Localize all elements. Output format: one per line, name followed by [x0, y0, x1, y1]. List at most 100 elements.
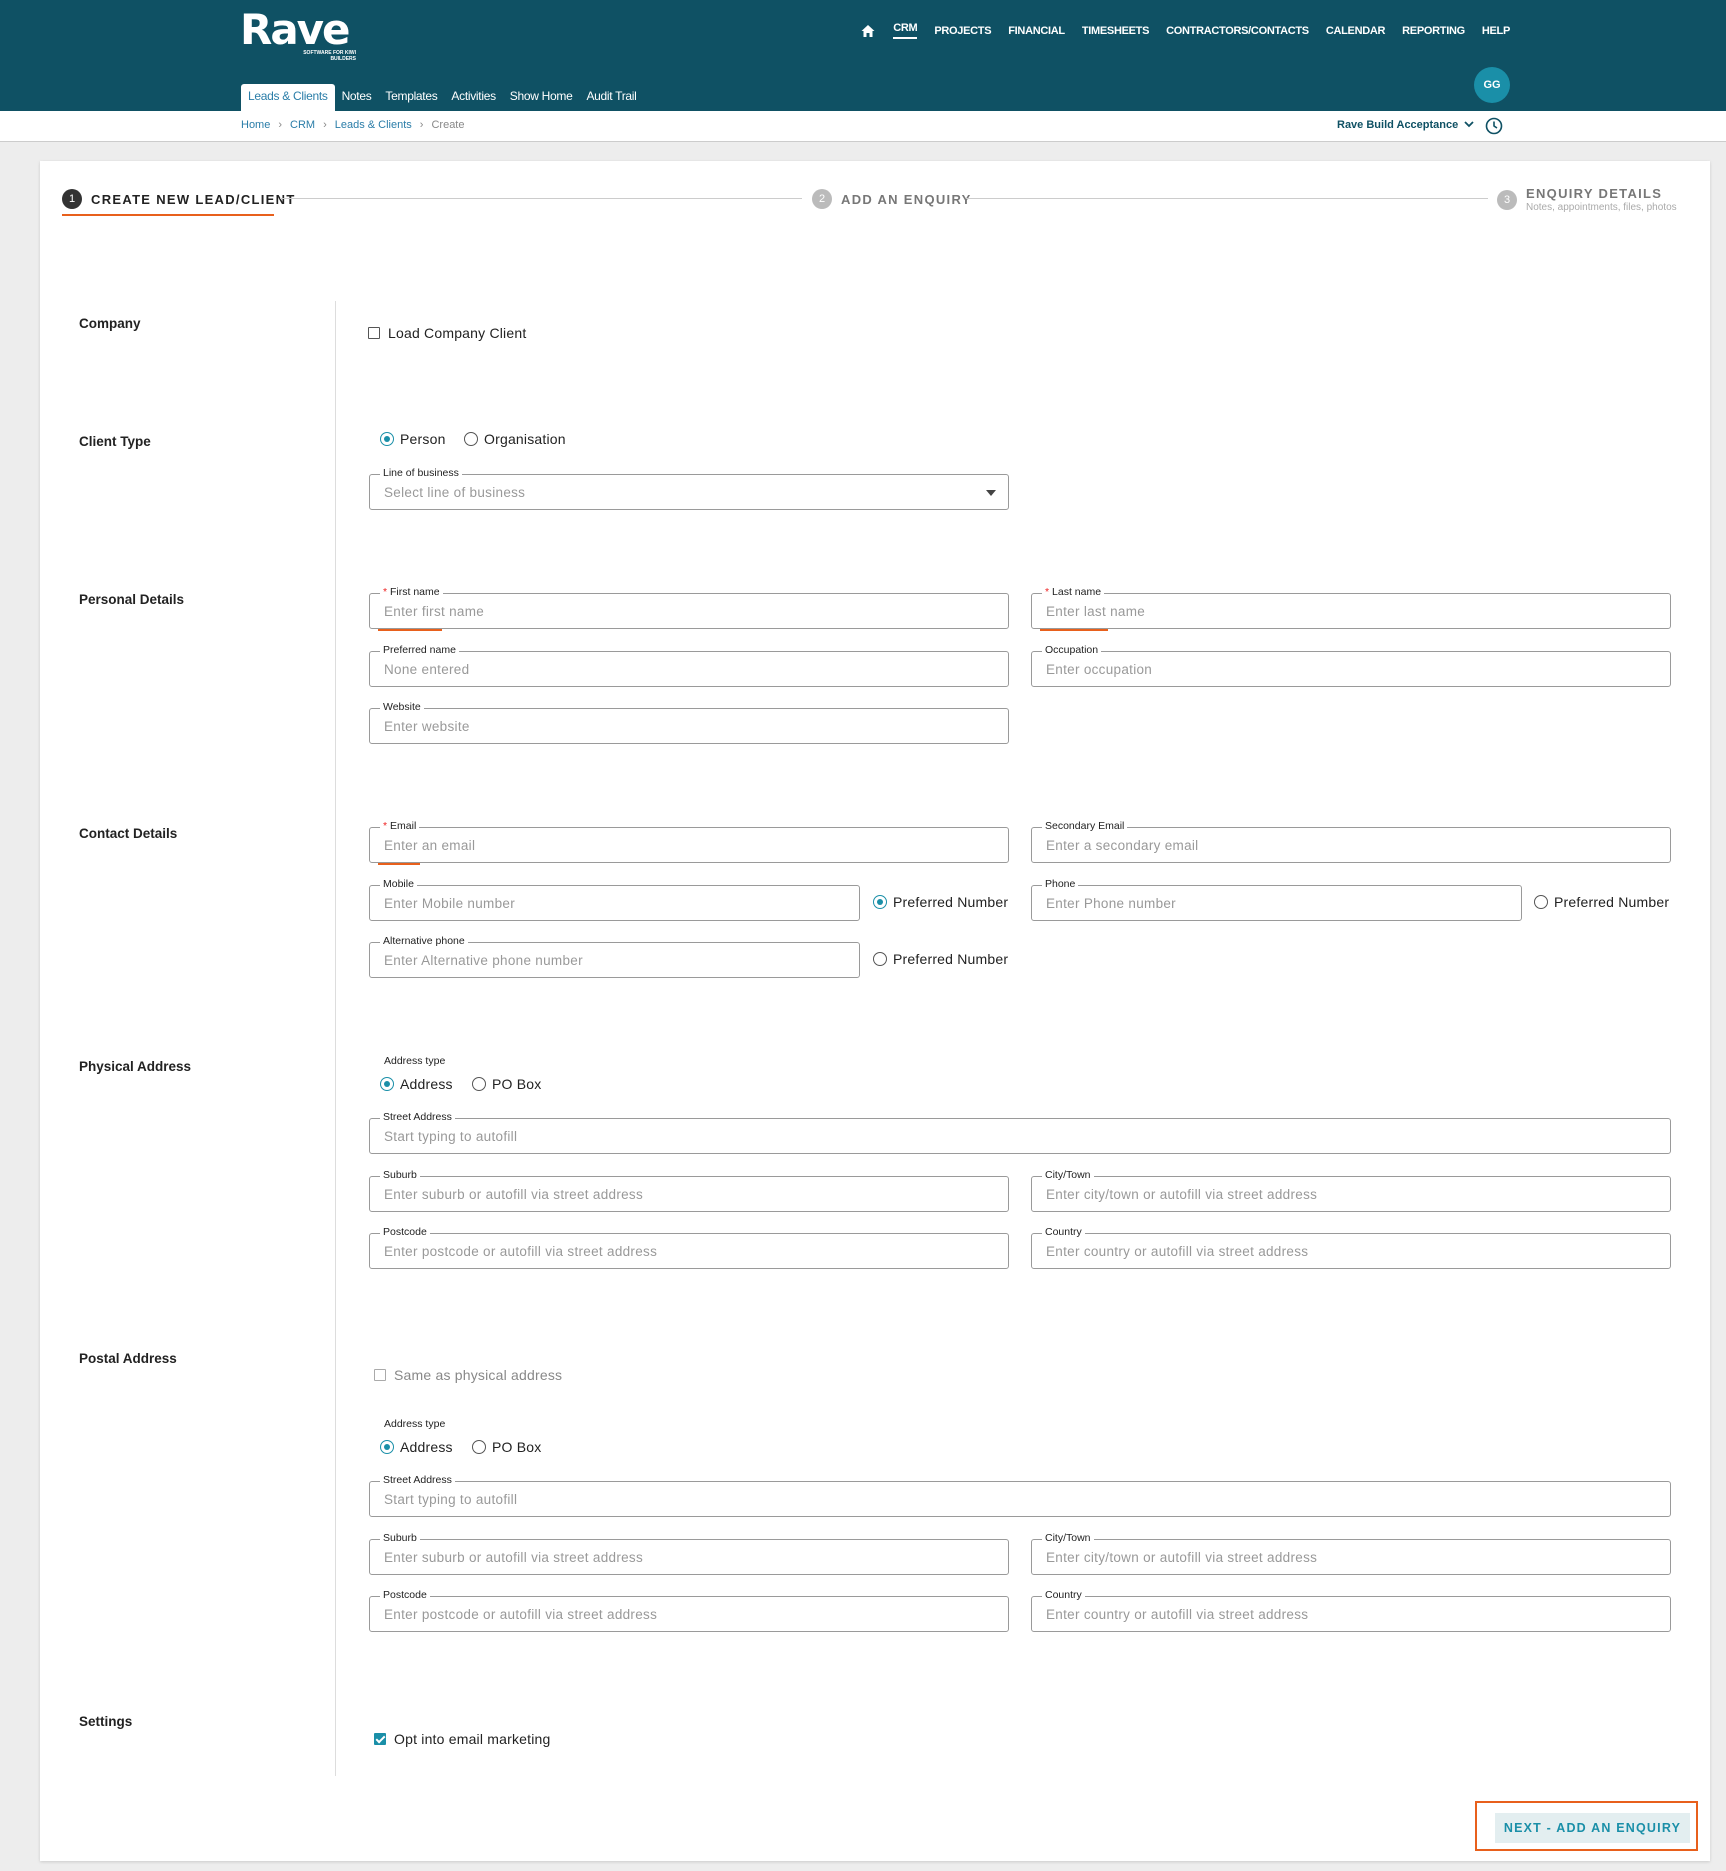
- last-name-field[interactable]: * Last name Enter last name: [1031, 586, 1671, 631]
- logo-tagline: SOFTWARE FOR KIWI BUILDERS: [303, 50, 356, 62]
- postal-radio-po-box[interactable]: PO Box: [472, 1439, 541, 1455]
- step-label: ENQUIRY DETAILS: [1526, 186, 1663, 201]
- field-label: * Email: [380, 820, 420, 833]
- postal-postcode-field[interactable]: Postcode Enter postcode or autofill via …: [369, 1589, 1009, 1632]
- physical-city-field[interactable]: City/Town Enter city/town or autofill vi…: [1031, 1169, 1671, 1212]
- checkbox-box[interactable]: [374, 1733, 386, 1745]
- home-icon[interactable]: [860, 23, 876, 39]
- physical-radio-address[interactable]: Address: [380, 1076, 453, 1092]
- radio-button[interactable]: [873, 895, 887, 909]
- occupation-field[interactable]: Occupation Enter occupation: [1031, 644, 1671, 687]
- preferred-name-field[interactable]: Preferred name None entered: [369, 644, 1009, 687]
- postal-suburb-field[interactable]: Suburb Enter suburb or autofill via stre…: [369, 1532, 1009, 1575]
- nav-financial[interactable]: FINANCIAL: [1008, 25, 1065, 37]
- mobile-preferred-radio[interactable]: Preferred Number: [873, 894, 1008, 910]
- tab-audit-trail[interactable]: Audit Trail: [579, 84, 643, 111]
- breadcrumb-current: Create: [431, 119, 465, 131]
- phone-preferred-radio[interactable]: Preferred Number: [1534, 894, 1669, 910]
- field-placeholder: Enter postcode or autofill via street ad…: [384, 1244, 658, 1259]
- step-number: 1: [62, 189, 82, 209]
- required-underline: [378, 629, 442, 631]
- section-postal-address: Postal Address: [79, 1351, 177, 1366]
- email-field[interactable]: * Email Enter an email: [369, 820, 1009, 865]
- required-marker: *: [1045, 586, 1053, 598]
- checkbox-box[interactable]: [368, 327, 380, 339]
- radio-label: PO Box: [492, 1439, 542, 1455]
- postal-city-field[interactable]: City/Town Enter city/town or autofill vi…: [1031, 1532, 1671, 1575]
- radio-person[interactable]: Person: [380, 431, 446, 447]
- crm-subtabs: Leads & Clients Notes Templates Activiti…: [241, 84, 644, 111]
- physical-street-field[interactable]: Street Address Start typing to autofill: [369, 1111, 1671, 1154]
- field-placeholder: Enter suburb or autofill via street addr…: [384, 1187, 644, 1202]
- website-field[interactable]: Website Enter website: [369, 701, 1009, 744]
- field-placeholder: Enter city/town or autofill via street a…: [1046, 1550, 1318, 1565]
- first-name-field[interactable]: * First name Enter first name: [369, 586, 1009, 631]
- postal-radio-address[interactable]: Address: [380, 1439, 453, 1455]
- field-label: Postcode: [380, 1226, 430, 1239]
- tab-leads-clients[interactable]: Leads & Clients: [241, 84, 335, 111]
- breadcrumb-leads-clients[interactable]: Leads & Clients: [335, 119, 412, 131]
- field-label: Country: [1042, 1226, 1085, 1239]
- field-label: Preferred name: [380, 644, 459, 657]
- nav-help[interactable]: HELP: [1482, 25, 1510, 37]
- breadcrumb-home[interactable]: Home: [241, 119, 270, 131]
- nav-contractors-contacts[interactable]: CONTRACTORS/CONTACTS: [1166, 25, 1309, 37]
- postal-street-field[interactable]: Street Address Start typing to autofill: [369, 1474, 1671, 1517]
- history-clock-icon[interactable]: [1485, 117, 1503, 135]
- radio-button[interactable]: [380, 1440, 394, 1454]
- tab-templates[interactable]: Templates: [378, 84, 444, 111]
- rave-logo[interactable]: Rave SOFTWARE FOR KIWI BUILDERS: [240, 8, 356, 63]
- breadcrumb: Home › CRM › Leads & Clients › Create: [241, 119, 465, 131]
- nav-projects[interactable]: PROJECTS: [934, 25, 991, 37]
- alternative-preferred-radio[interactable]: Preferred Number: [873, 951, 1008, 967]
- same-as-physical-checkbox[interactable]: Same as physical address: [374, 1367, 562, 1383]
- line-of-business-select[interactable]: Line of business Select line of business: [369, 467, 1009, 510]
- physical-suburb-field[interactable]: Suburb Enter suburb or autofill via stre…: [369, 1169, 1009, 1212]
- required-underline: [378, 863, 420, 865]
- mobile-field[interactable]: Mobile Enter Mobile number: [369, 878, 860, 921]
- field-placeholder: Enter city/town or autofill via street a…: [1046, 1187, 1318, 1202]
- phone-field[interactable]: Phone Enter Phone number: [1031, 878, 1522, 921]
- org-selector[interactable]: Rave Build Acceptance: [1337, 119, 1474, 131]
- tab-notes[interactable]: Notes: [335, 84, 379, 111]
- email-marketing-checkbox[interactable]: Opt into email marketing: [374, 1731, 551, 1747]
- field-label: Line of business: [380, 467, 462, 480]
- breadcrumb-separator: ›: [419, 119, 424, 131]
- breadcrumb-crm[interactable]: CRM: [290, 119, 315, 131]
- radio-button[interactable]: [873, 952, 887, 966]
- field-placeholder: Start typing to autofill: [384, 1492, 518, 1507]
- tab-show-home[interactable]: Show Home: [503, 84, 580, 111]
- tab-activities[interactable]: Activities: [444, 84, 502, 111]
- field-placeholder: Enter Alternative phone number: [384, 953, 583, 968]
- breadcrumb-separator: ›: [278, 119, 283, 131]
- field-placeholder: Select line of business: [384, 485, 526, 500]
- postal-country-field[interactable]: Country Enter country or autofill via st…: [1031, 1589, 1671, 1632]
- checkbox-label: Same as physical address: [394, 1367, 563, 1383]
- field-label: Country: [1042, 1589, 1085, 1602]
- secondary-email-field[interactable]: Secondary Email Enter a secondary email: [1031, 820, 1671, 863]
- user-avatar[interactable]: GG: [1474, 67, 1510, 103]
- load-company-client-checkbox[interactable]: Load Company Client: [368, 325, 526, 341]
- checkbox-box[interactable]: [374, 1369, 386, 1381]
- physical-country-field[interactable]: Country Enter country or autofill via st…: [1031, 1226, 1671, 1269]
- create-client-card: 1 CREATE NEW LEAD/CLIENT 2 ADD AN ENQUIR…: [40, 161, 1710, 1861]
- radio-button[interactable]: [1534, 895, 1548, 909]
- field-placeholder: Enter Mobile number: [384, 896, 516, 911]
- nav-calendar[interactable]: CALENDAR: [1326, 25, 1386, 37]
- field-placeholder: Enter website: [384, 719, 470, 734]
- radio-organisation[interactable]: Organisation: [464, 431, 566, 447]
- field-placeholder: Enter an email: [384, 838, 476, 853]
- physical-radio-po-box[interactable]: PO Box: [472, 1076, 541, 1092]
- radio-button[interactable]: [380, 432, 394, 446]
- radio-button[interactable]: [472, 1077, 486, 1091]
- radio-button[interactable]: [472, 1440, 486, 1454]
- next-add-enquiry-button[interactable]: NEXT - ADD AN ENQUIRY: [1495, 1813, 1690, 1843]
- nav-timesheets[interactable]: TIMESHEETS: [1082, 25, 1150, 37]
- alternative-phone-field[interactable]: Alternative phone Enter Alternative phon…: [369, 935, 860, 978]
- radio-button[interactable]: [464, 432, 478, 446]
- nav-crm[interactable]: CRM: [893, 22, 918, 39]
- required-marker: *: [383, 586, 391, 598]
- physical-postcode-field[interactable]: Postcode Enter postcode or autofill via …: [369, 1226, 1009, 1269]
- nav-reporting[interactable]: REPORTING: [1402, 25, 1465, 37]
- radio-button[interactable]: [380, 1077, 394, 1091]
